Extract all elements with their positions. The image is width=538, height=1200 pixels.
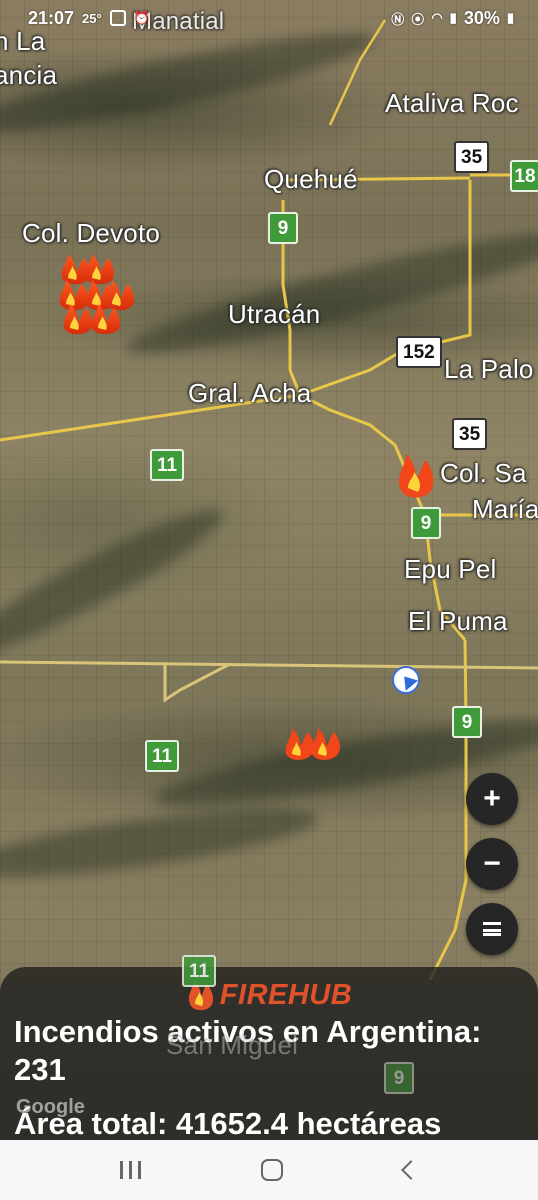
nfc-icon: Ⓝ [391,11,405,27]
home-button[interactable] [261,1159,284,1181]
temperature: 25° [82,10,102,26]
clock: 21:07 [28,7,75,28]
route-shield: 18 [510,160,538,192]
place-label: Quehué [264,164,358,194]
place-label: San Miguel [166,1030,299,1060]
system-nav-bar [0,1140,538,1200]
place-label: Epu Pel [404,554,497,584]
place-label: Col. Sa [440,458,527,488]
fire-icon[interactable] [56,250,136,335]
image-icon [109,10,126,26]
zoom-in-button[interactable]: + [466,773,518,825]
route-shield: 9 [452,706,482,738]
zoom-out-button[interactable]: − [466,838,518,890]
place-label: Utracán [228,299,321,329]
brand-logo: FIREHUB [14,977,524,1013]
route-shield: 11 [145,740,179,772]
wifi-icon: ◠ [431,10,443,25]
route-shield: 9 [411,507,441,539]
battery-icon: ▮ [506,10,514,25]
navigation-arrow-icon[interactable] [392,666,420,694]
place-label: ancia [0,60,58,90]
recents-button[interactable] [120,1161,142,1179]
signal-icon: ▮ [449,10,457,25]
menu-icon [483,922,501,936]
brand-name: FIREHUB [219,978,353,1011]
place-label: María [472,494,538,524]
alarm-icon: ⏰ [133,10,150,25]
fire-icon[interactable] [396,450,436,498]
status-bar: 21:07 25° ⏰ Ⓝ ⦿ ◠ ▮ 30% ▮ [0,0,538,36]
place-label: El Puma [408,606,508,636]
place-label: Ataliva Roc [385,88,519,118]
route-shield: 9 [384,1062,414,1094]
route-shield: 9 [268,212,298,244]
route-shield: 11 [182,955,216,987]
menu-button[interactable] [466,903,518,955]
route-shield: 35 [452,418,488,450]
total-area: Área total: 41652.4 hectáreas [14,1106,442,1141]
place-label: Gral. Acha [188,378,312,408]
fire-icon[interactable] [284,722,342,762]
route-shield: 35 [454,141,490,173]
place-label: Col. Devoto [22,218,161,248]
place-label: La Palo [444,354,534,384]
location-icon: ⦿ [411,11,425,27]
route-shield: 152 [396,336,442,368]
battery-percent: 30% [463,7,500,28]
back-button[interactable] [400,1160,421,1180]
route-shield: 11 [150,449,184,481]
